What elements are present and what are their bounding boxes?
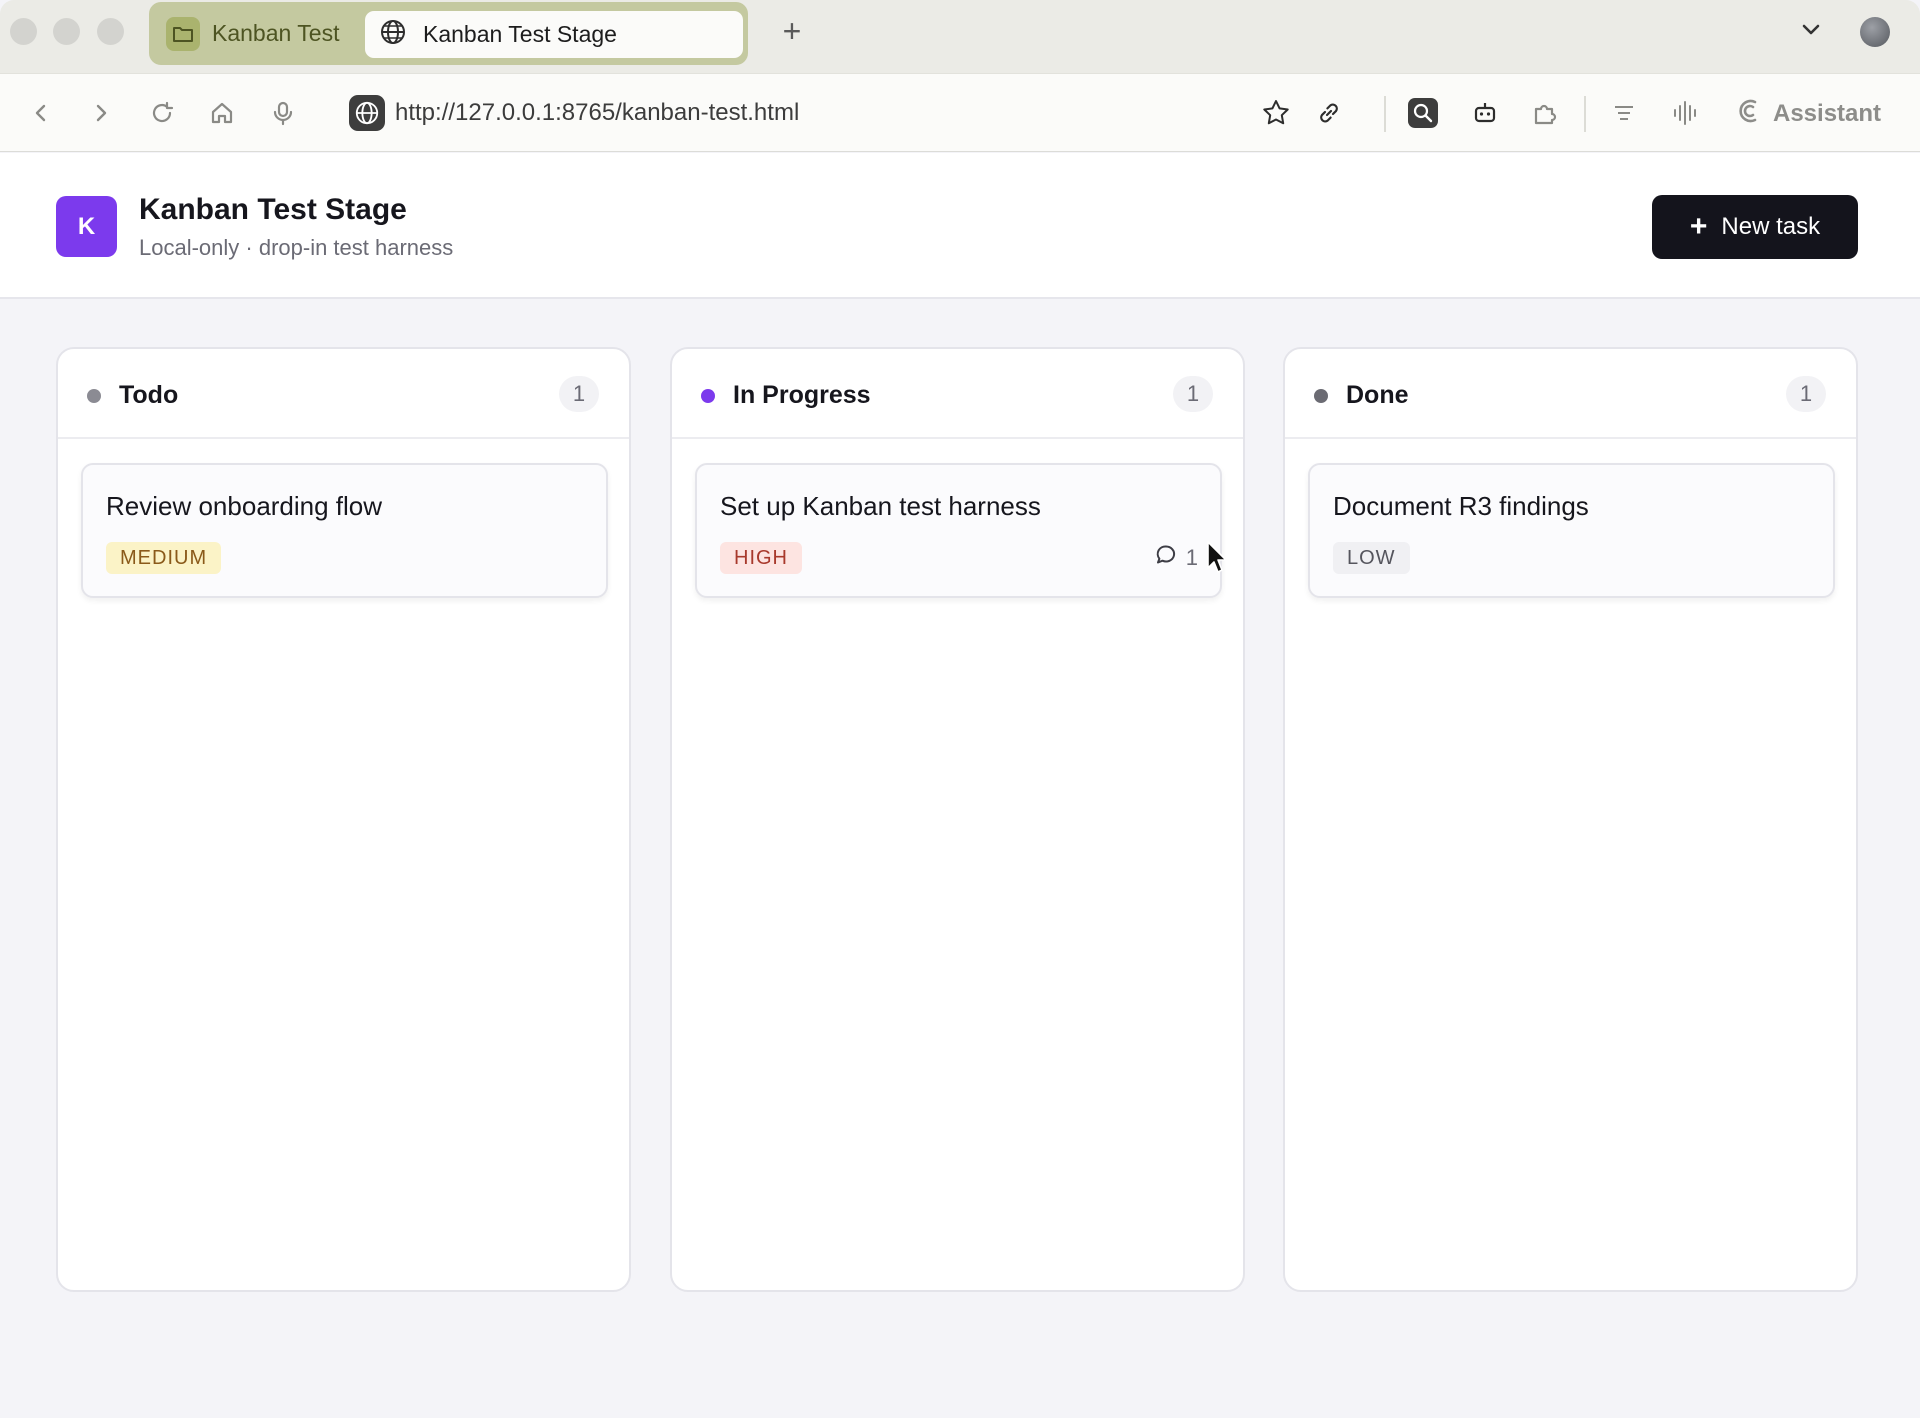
- zoom-window-button[interactable]: [97, 18, 124, 45]
- assistant-button[interactable]: Assistant: [1733, 94, 1881, 134]
- column-todo: Todo 1 Review onboarding flow MEDIUM: [56, 347, 631, 1292]
- chevron-down-icon[interactable]: [1797, 16, 1825, 44]
- comment-count: 1: [1185, 545, 1198, 570]
- priority-badge: HIGH: [720, 542, 802, 574]
- priority-badge: MEDIUM: [106, 542, 222, 574]
- plus-icon: +: [1689, 210, 1708, 243]
- task-title: Set up Kanban test harness: [720, 491, 1041, 521]
- status-dot: [87, 389, 101, 403]
- app-header: K Kanban Test Stage Local-only · drop-in…: [0, 153, 1920, 299]
- close-window-button[interactable]: [10, 18, 37, 45]
- task-title: Review onboarding flow: [106, 491, 383, 521]
- comment-icon: [1154, 543, 1178, 573]
- toolbar-divider-2: [1584, 96, 1586, 132]
- robot-icon[interactable]: [1468, 96, 1502, 130]
- page-subtitle: Local-only · drop-in test harness: [139, 235, 454, 260]
- column-title: Todo: [119, 381, 179, 409]
- new-tab-button[interactable]: +: [775, 14, 809, 48]
- microphone-icon[interactable]: [266, 96, 300, 130]
- tab-group: Kanban Test Kanban Test Stage: [149, 2, 748, 65]
- tab-group-label[interactable]: Kanban Test: [160, 11, 350, 56]
- mouse-cursor-icon: [1207, 541, 1227, 573]
- link-icon[interactable]: [1312, 96, 1346, 130]
- task-card[interactable]: Document R3 findings LOW: [1308, 463, 1835, 598]
- task-title: Document R3 findings: [1333, 491, 1589, 521]
- tab-strip: Kanban Test Kanban Test Stage +: [0, 0, 1920, 73]
- new-task-button[interactable]: + New task: [1652, 195, 1858, 259]
- column-count-badge: 1: [559, 376, 599, 412]
- reader-mode-icon[interactable]: [1607, 96, 1641, 130]
- app-logo: K: [56, 196, 117, 257]
- url-text[interactable]: http://127.0.0.1:8765/kanban-test.html: [395, 99, 799, 127]
- extension-search-icon[interactable]: [1406, 96, 1440, 130]
- comment-indicator[interactable]: 1: [1154, 543, 1198, 573]
- priority-badge: LOW: [1333, 542, 1410, 574]
- browser-toolbar: http://127.0.0.1:8765/kanban-test.html A…: [0, 73, 1920, 152]
- new-task-label: New task: [1721, 213, 1821, 240]
- column-in-progress: In Progress 1 Set up Kanban test harness…: [670, 347, 1245, 1292]
- task-card[interactable]: Set up Kanban test harness HIGH 1: [695, 463, 1222, 598]
- minimize-window-button[interactable]: [53, 18, 80, 45]
- column-done: Done 1 Document R3 findings LOW: [1283, 347, 1858, 1292]
- extensions-puzzle-icon[interactable]: [1528, 96, 1562, 130]
- column-title: Done: [1346, 381, 1409, 409]
- column-header: In Progress 1: [672, 349, 1243, 439]
- forward-icon[interactable]: [84, 96, 118, 130]
- tab-kanban-test-stage[interactable]: Kanban Test Stage: [365, 11, 743, 58]
- assistant-icon: [1733, 96, 1763, 133]
- column-header: Todo 1: [58, 349, 629, 439]
- status-dot: [1314, 389, 1328, 403]
- column-header: Done 1: [1285, 349, 1856, 439]
- column-title: In Progress: [733, 381, 871, 409]
- globe-icon: [379, 18, 407, 52]
- tab-title: Kanban Test Stage: [423, 21, 617, 47]
- column-count-badge: 1: [1786, 376, 1826, 412]
- home-icon[interactable]: [205, 96, 239, 130]
- folder-icon: [166, 16, 200, 51]
- tab-group-name: Kanban Test: [212, 20, 340, 46]
- status-dot: [701, 389, 715, 403]
- profile-avatar[interactable]: [1860, 17, 1890, 47]
- site-info-icon[interactable]: [349, 95, 385, 131]
- assistant-label: Assistant: [1773, 100, 1882, 127]
- address-bar[interactable]: http://127.0.0.1:8765/kanban-test.html: [349, 93, 799, 133]
- bookmark-star-icon[interactable]: [1259, 96, 1293, 130]
- reload-icon[interactable]: [145, 96, 179, 130]
- browser-window: Kanban Test Kanban Test Stage + http://1…: [0, 0, 1920, 1418]
- column-count-badge: 1: [1173, 376, 1213, 412]
- task-card[interactable]: Review onboarding flow MEDIUM: [81, 463, 608, 598]
- audio-waveform-icon[interactable]: [1668, 96, 1702, 130]
- page-title: Kanban Test Stage: [139, 193, 407, 226]
- back-icon[interactable]: [24, 96, 58, 130]
- toolbar-divider: [1384, 96, 1386, 132]
